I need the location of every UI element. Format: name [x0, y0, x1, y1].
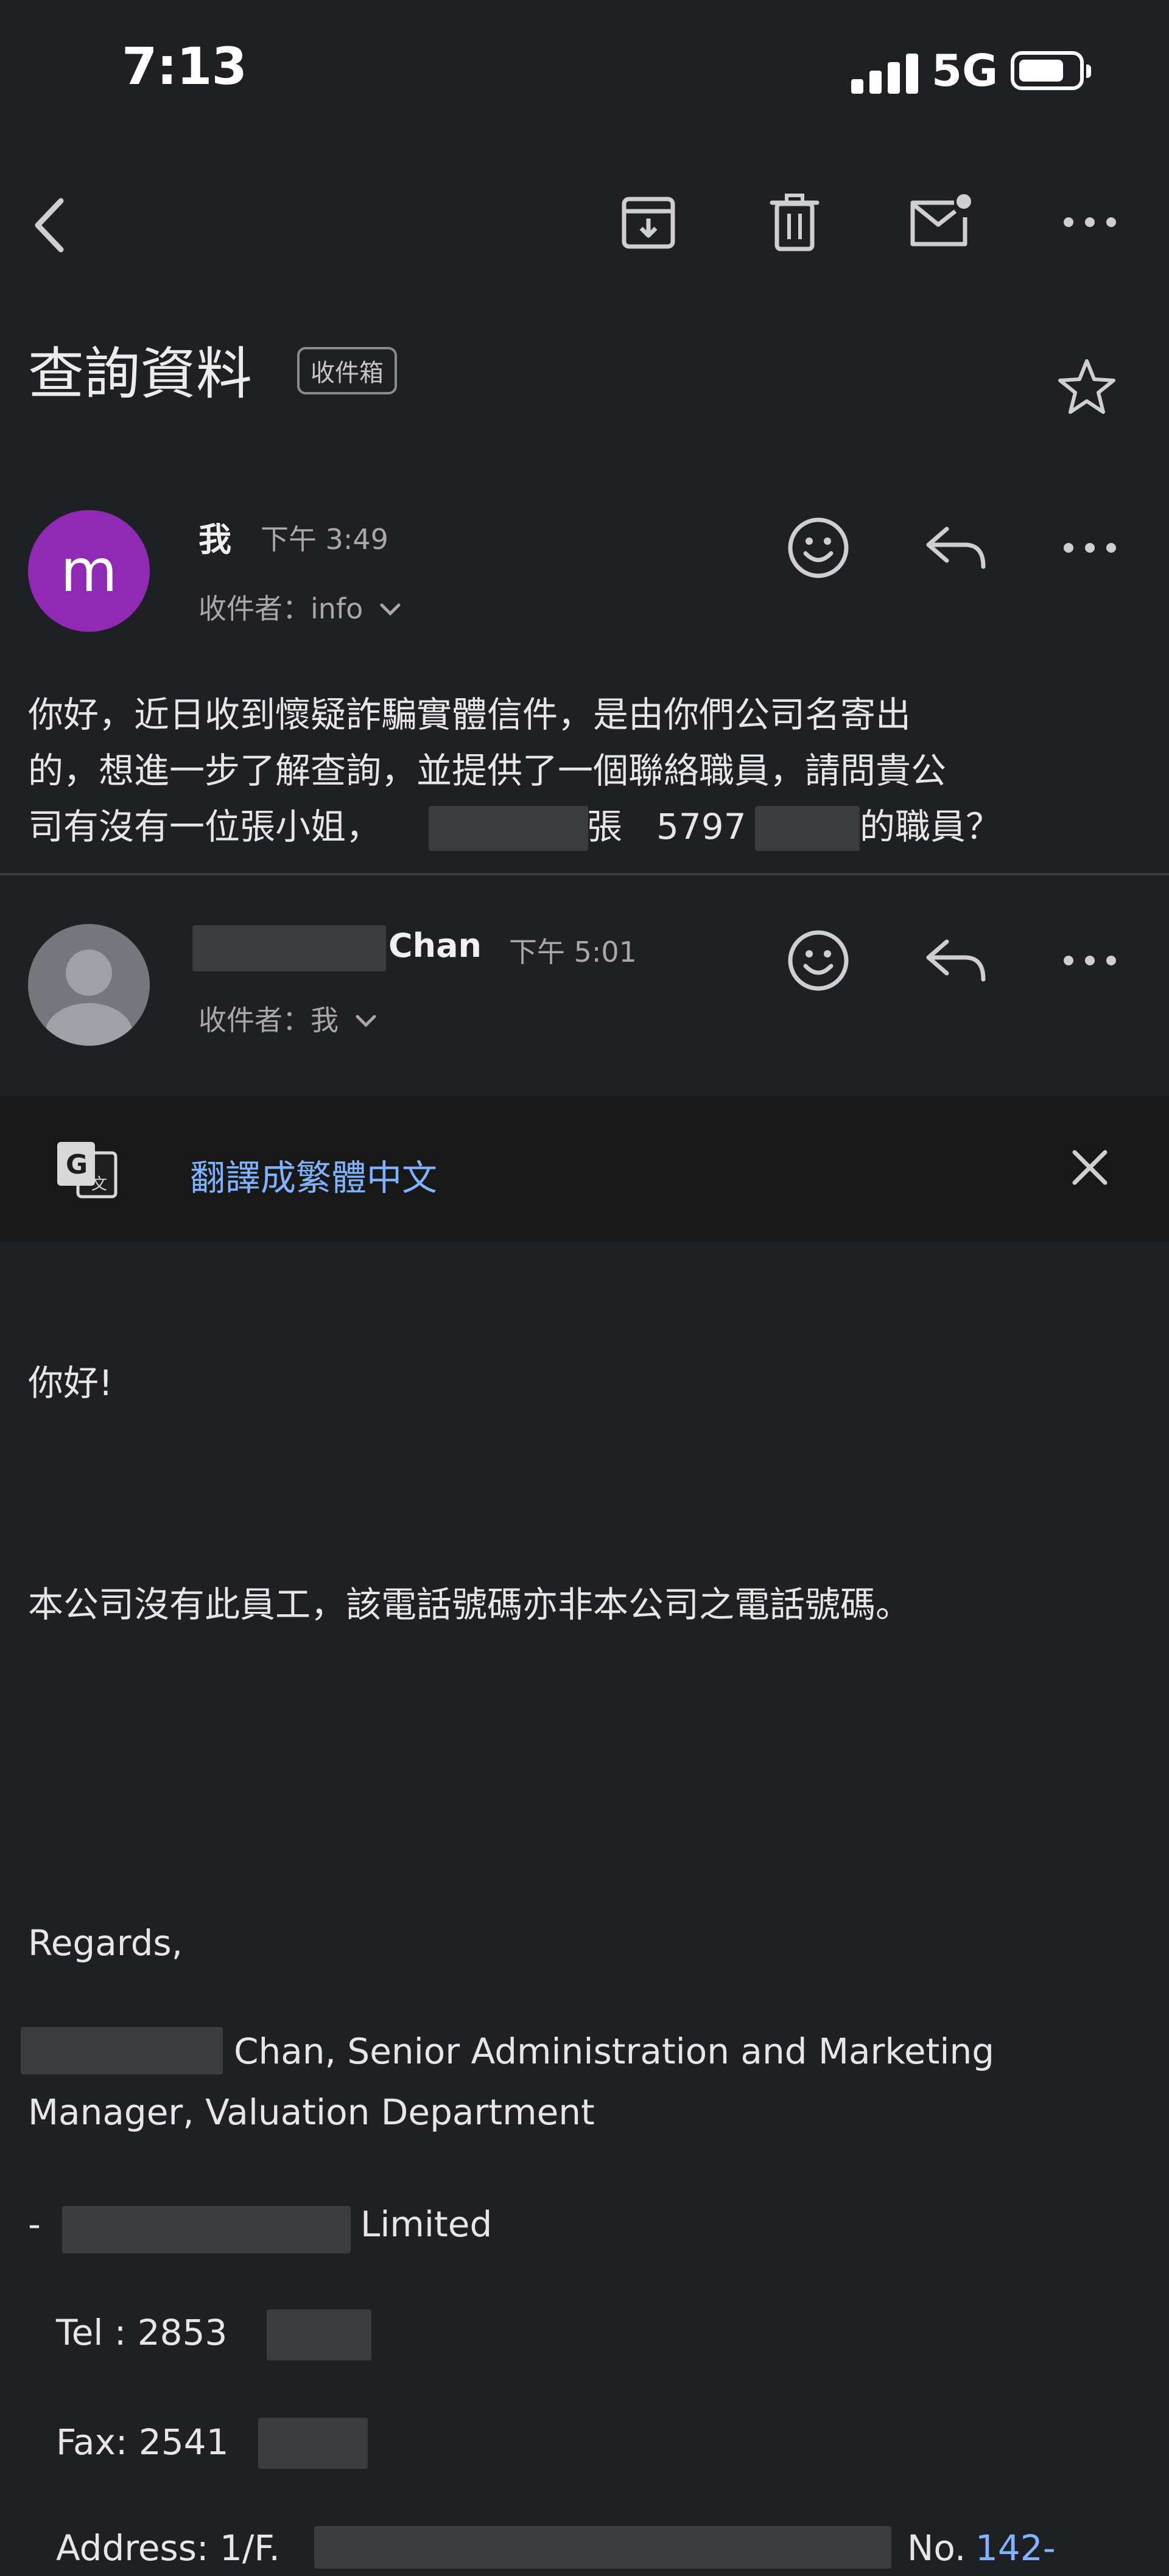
address-number: No.	[907, 2527, 966, 2569]
translate-link[interactable]: 翻譯成繁體中文	[190, 1149, 437, 1200]
smiley-icon	[788, 517, 849, 578]
signoff: Regards,	[28, 1922, 183, 1964]
recipient-toggle[interactable]: 收件者：info	[198, 587, 402, 627]
message-body-line: 5797	[656, 806, 746, 847]
message-more-button[interactable]	[1053, 924, 1126, 997]
emoji-reaction-button[interactable]	[782, 924, 855, 997]
recipient-label: 收件者：info	[198, 592, 363, 625]
redacted-block	[62, 2206, 351, 2253]
sender-name: Chan	[388, 926, 482, 965]
email-subject: 查詢資料	[28, 341, 253, 407]
reply-icon	[926, 939, 986, 982]
message-body-line: 司有沒有一位張小姐，	[28, 806, 382, 847]
trash-icon	[770, 194, 820, 251]
company-prefix: -	[28, 2203, 41, 2245]
message-time: 下午 3:49	[261, 523, 388, 556]
battery-icon	[1011, 51, 1091, 90]
svg-text:G: G	[66, 1149, 88, 1180]
chevron-down-icon	[380, 603, 401, 616]
mail-unread-icon	[910, 194, 971, 247]
contact-address: Address: 1/F.	[56, 2527, 280, 2569]
chevron-down-icon	[356, 1015, 376, 1027]
company-name: Limited	[360, 2203, 493, 2245]
redacted-block	[192, 925, 386, 971]
avatar[interactable]: m	[28, 510, 150, 632]
message-body-line: 你好，近日收到懷疑詐騙實體信件，是由你們公司名寄出	[28, 694, 911, 735]
avatar[interactable]	[28, 924, 150, 1046]
recipient-label: 收件者：我	[198, 1004, 339, 1037]
folder-badge[interactable]: 收件箱	[297, 347, 397, 394]
message-body-line: 的，想進一步了解查詢，並提供了一個聯絡職員，請問貴公	[28, 750, 947, 791]
emoji-reaction-button[interactable]	[782, 511, 855, 584]
redacted-block	[755, 806, 860, 851]
redacted-block	[314, 2526, 891, 2569]
star-button[interactable]	[1053, 353, 1120, 420]
signal-icon	[851, 51, 924, 94]
message-divider	[0, 873, 1169, 875]
signature-line: Manager, Valuation Department	[28, 2091, 595, 2133]
message-body-line: 張	[587, 806, 623, 847]
close-translate-button[interactable]	[1059, 1137, 1120, 1198]
recipient-toggle[interactable]: 收件者：我	[198, 998, 378, 1038]
smiley-icon	[788, 930, 849, 991]
redacted-block	[429, 806, 588, 851]
more-button[interactable]	[1053, 189, 1126, 256]
archive-button[interactable]	[615, 189, 682, 256]
message-more-button[interactable]	[1053, 511, 1126, 584]
reply-button[interactable]	[919, 511, 992, 584]
archive-icon	[622, 197, 675, 249]
address-link[interactable]: 142-	[975, 2520, 1056, 2576]
person-icon	[45, 950, 133, 1046]
redacted-block	[267, 2309, 371, 2361]
more-horizontal-icon	[1064, 956, 1116, 965]
more-horizontal-icon	[1064, 217, 1116, 227]
more-horizontal-icon	[1064, 543, 1116, 553]
reply-icon	[926, 527, 986, 569]
translate-banner	[0, 1096, 1169, 1242]
svg-text:文: 文	[91, 1175, 107, 1194]
delete-button[interactable]	[761, 189, 828, 256]
contact-tel: Tel : 2853	[56, 2312, 228, 2353]
redacted-block	[258, 2418, 368, 2469]
chevron-left-icon	[35, 198, 64, 253]
signature-line: Chan, Senior Administration and Marketin…	[234, 2031, 995, 2072]
close-icon	[1072, 1150, 1108, 1185]
reply-button[interactable]	[919, 924, 992, 997]
network-type: 5G	[932, 45, 999, 96]
status-time: 7:13	[122, 37, 247, 96]
translate-icon: G 文	[52, 1136, 121, 1204]
mark-unread-button[interactable]	[904, 189, 977, 256]
message-statement: 本公司沒有此員工，該電話號碼亦非本公司之電話號碼。	[28, 1584, 911, 1625]
message-greeting: 你好!	[28, 1362, 113, 1404]
message-body-line: 的職員？	[860, 806, 1002, 847]
message-time: 下午 5:01	[509, 936, 637, 968]
redacted-block	[21, 2027, 223, 2074]
star-icon	[1058, 359, 1115, 414]
back-button[interactable]	[18, 195, 79, 256]
sender-name: 我	[198, 520, 231, 559]
contact-fax: Fax: 2541	[56, 2421, 229, 2463]
